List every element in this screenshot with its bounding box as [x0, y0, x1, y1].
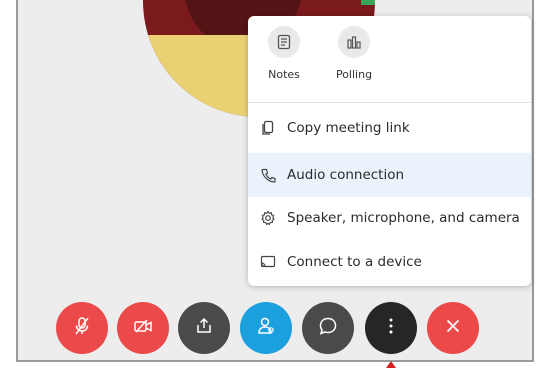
notes-icon: [268, 26, 300, 58]
speaker-microphone-camera-label: Speaker, microphone, and camera: [287, 210, 520, 226]
more-options-menu: Notes Polling Copy meeting link Audio co…: [248, 16, 531, 286]
connect-to-device-item[interactable]: Connect to a device: [248, 240, 531, 284]
polling-label: Polling: [335, 68, 373, 81]
polling-icon: [338, 26, 370, 58]
settings-icon: [260, 210, 276, 226]
cast-icon: [260, 254, 276, 270]
stop-video-button[interactable]: [117, 302, 169, 354]
chat-bubble-icon: [318, 316, 338, 340]
copy-icon: [260, 120, 276, 136]
close-icon: [445, 318, 461, 338]
participants-button[interactable]: [240, 302, 292, 354]
participants-icon: [257, 316, 275, 340]
share-button[interactable]: [178, 302, 230, 354]
speaker-microphone-camera-item[interactable]: Speaker, microphone, and camera: [248, 196, 531, 240]
phone-icon: [260, 167, 276, 183]
more-options-button[interactable]: [365, 302, 417, 354]
meeting-control-bar: [0, 298, 536, 354]
leave-meeting-button[interactable]: [427, 302, 479, 354]
mute-button[interactable]: [56, 302, 108, 354]
notes-label: Notes: [268, 68, 300, 81]
quick-actions-row: Notes Polling: [248, 16, 531, 103]
copy-meeting-link-label: Copy meeting link: [287, 120, 410, 136]
connect-to-device-label: Connect to a device: [287, 254, 422, 270]
meeting-window: Notes Polling Copy meeting link Audio co…: [0, 0, 536, 368]
chat-button[interactable]: [302, 302, 354, 354]
video-off-icon: [133, 318, 153, 338]
muted-microphone-icon: [73, 316, 91, 340]
copy-meeting-link-item[interactable]: Copy meeting link: [248, 106, 531, 150]
audio-connection-item[interactable]: Audio connection: [248, 153, 531, 197]
more-options-icon: [388, 317, 394, 339]
notes-button[interactable]: Notes: [258, 26, 310, 98]
polling-button[interactable]: Polling: [328, 26, 380, 98]
audio-connection-label: Audio connection: [287, 167, 405, 183]
video-green-edge: [361, 0, 375, 5]
annotation-pointer: [386, 361, 396, 368]
share-icon: [195, 317, 213, 339]
